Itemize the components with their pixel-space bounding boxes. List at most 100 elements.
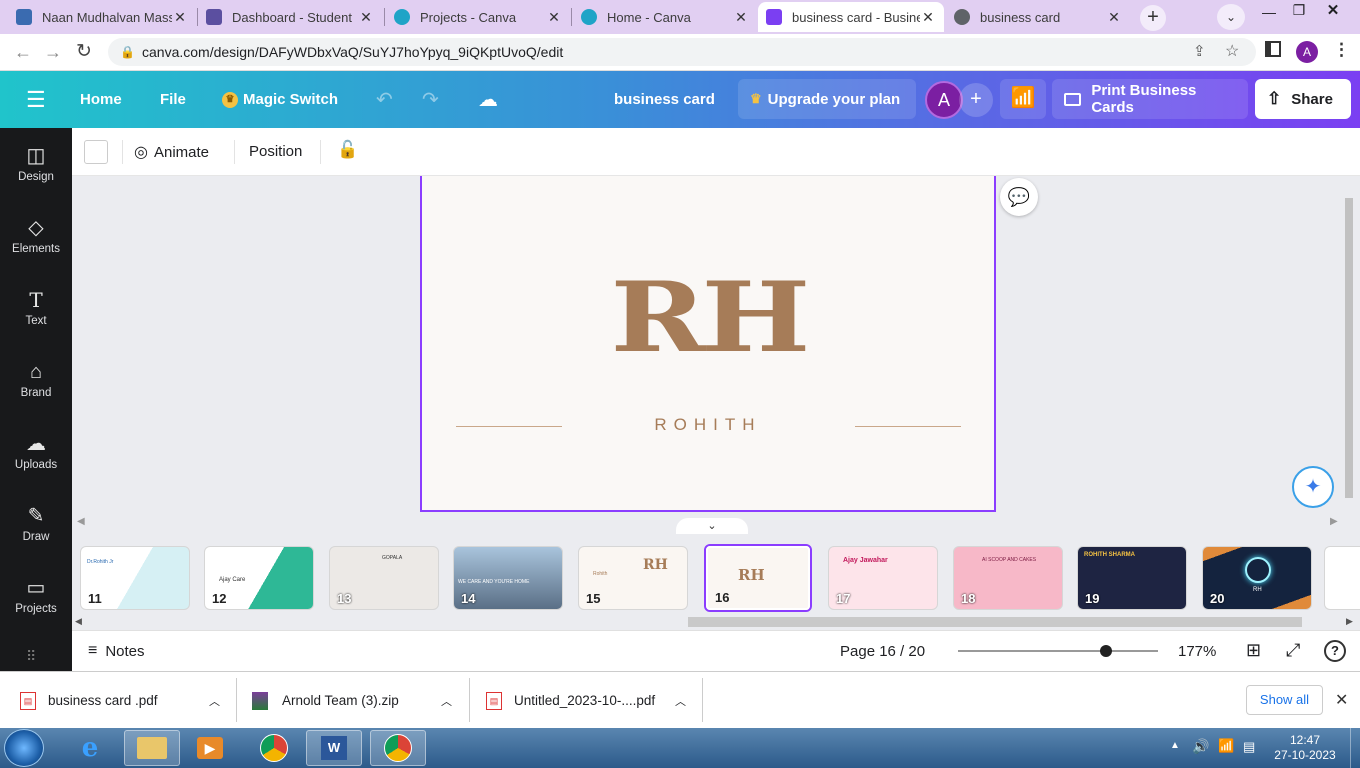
reload-icon[interactable]: ↻ bbox=[76, 40, 92, 63]
side-panel-icon[interactable] bbox=[1265, 41, 1281, 57]
collapse-pages-chevron-icon[interactable]: ⌄ bbox=[676, 518, 748, 534]
chrome-icon[interactable] bbox=[246, 730, 302, 766]
browser-tab-active[interactable]: business card - Busines ✕ bbox=[758, 2, 944, 32]
start-button[interactable] bbox=[4, 729, 44, 767]
analytics-icon[interactable]: 📶 bbox=[1000, 79, 1046, 119]
sidebar-item-elements[interactable]: ◇ Elements bbox=[0, 206, 72, 266]
back-arrow-icon[interactable]: ← bbox=[14, 42, 32, 63]
page-thumbnail[interactable]: ROHITH SHARMA 19 bbox=[1077, 546, 1187, 610]
network-icon[interactable]: 📶 bbox=[1218, 738, 1234, 754]
add-collaborator-button[interactable]: + bbox=[959, 83, 993, 117]
browser-tab[interactable]: Dashboard - Student ✕ bbox=[198, 2, 382, 32]
sidebar-item-brand[interactable]: ⌂ Brand bbox=[0, 350, 72, 410]
show-all-downloads-button[interactable]: Show all bbox=[1246, 685, 1323, 715]
volume-icon[interactable]: 🔊 bbox=[1192, 738, 1209, 755]
show-desktop-button[interactable] bbox=[1350, 728, 1360, 768]
close-tab-icon[interactable]: ✕ bbox=[358, 9, 374, 26]
magic-assistant-icon[interactable]: ✦ bbox=[1292, 466, 1334, 508]
chrome-profile-icon[interactable] bbox=[370, 730, 426, 766]
redo-icon[interactable]: ↷ bbox=[422, 71, 439, 128]
url-bar[interactable]: 🔒 canva.com/design/DAFyWDbxVaQ/SuYJ7hoYp… bbox=[108, 38, 1256, 66]
page-thumbnail[interactable]: GOPALA 13 bbox=[329, 546, 439, 610]
share-page-icon[interactable]: ⇪ bbox=[1193, 38, 1206, 66]
undo-icon[interactable]: ↶ bbox=[376, 71, 393, 128]
browser-tab[interactable]: Naan Mudhalvan Mass ✕ bbox=[8, 2, 196, 32]
page-indicator[interactable]: Page 16 / 20 bbox=[840, 643, 925, 660]
add-comment-icon[interactable]: 💬 bbox=[1000, 178, 1038, 216]
browser-tab[interactable]: business card ✕ bbox=[946, 2, 1130, 32]
tab-search-chevron-icon[interactable]: ⌄ bbox=[1217, 4, 1245, 30]
chevron-up-icon[interactable]: ︿ bbox=[441, 693, 452, 709]
help-icon[interactable]: ? bbox=[1324, 640, 1346, 662]
page-thumbnail[interactable]: Dr.Rohith Jr 11 bbox=[80, 546, 190, 610]
page-thumbnail[interactable]: RH 20 bbox=[1202, 546, 1312, 610]
sidebar-item-design[interactable]: ◫ Design bbox=[0, 134, 72, 194]
notes-button[interactable]: ≡ Notes bbox=[88, 641, 145, 661]
close-tab-icon[interactable]: ✕ bbox=[920, 9, 936, 26]
apps-grid-icon[interactable]: ⠿ bbox=[26, 648, 37, 665]
magic-switch-button[interactable]: ♛ Magic Switch bbox=[222, 71, 338, 128]
show-hidden-icons-icon[interactable]: ▲ bbox=[1170, 740, 1180, 751]
internet-explorer-icon[interactable]: e bbox=[62, 730, 118, 766]
close-tab-icon[interactable]: ✕ bbox=[546, 9, 562, 26]
bookmark-star-icon[interactable]: ☆ bbox=[1225, 38, 1239, 66]
sidebar-item-projects[interactable]: ▭ Projects bbox=[0, 566, 72, 626]
position-button[interactable]: Position bbox=[249, 143, 302, 160]
add-page-thumbnail[interactable] bbox=[1324, 546, 1360, 610]
zoom-slider[interactable] bbox=[958, 645, 1158, 657]
zoom-slider-handle[interactable] bbox=[1100, 645, 1112, 657]
share-button[interactable]: ⇧ Share bbox=[1255, 79, 1351, 119]
page-thumbnail[interactable]: Ajay Care 12 bbox=[204, 546, 314, 610]
page-thumbnail[interactable]: WE CARE AND YOU'RE HOME 14 bbox=[453, 546, 563, 610]
sidebar-item-text[interactable]: T Text bbox=[0, 278, 72, 338]
thumbnail-horizontal-scrollbar[interactable]: ◀ ▶ bbox=[72, 616, 1360, 628]
zoom-level[interactable]: 177% bbox=[1178, 643, 1216, 660]
new-tab-button[interactable]: + bbox=[1140, 5, 1166, 31]
restore-window-icon[interactable]: ❐ bbox=[1288, 2, 1310, 22]
user-avatar[interactable]: A bbox=[925, 81, 963, 119]
upgrade-plan-button[interactable]: ♛ Upgrade your plan bbox=[738, 79, 916, 119]
chevron-up-icon[interactable]: ︿ bbox=[675, 693, 686, 709]
print-business-cards-button[interactable]: Print Business Cards bbox=[1052, 79, 1248, 119]
close-downloads-icon[interactable]: ✕ bbox=[1335, 690, 1348, 710]
fullscreen-icon[interactable]: ⤢ bbox=[1286, 640, 1300, 661]
card-name-text[interactable]: ROHITH bbox=[422, 415, 994, 435]
decorative-line-right[interactable] bbox=[855, 426, 961, 427]
color-swatch-button[interactable] bbox=[84, 140, 108, 164]
browser-tab[interactable]: Projects - Canva ✕ bbox=[386, 2, 570, 32]
lock-icon[interactable]: 🔓 bbox=[337, 140, 358, 160]
document-title[interactable]: business card bbox=[614, 71, 715, 128]
page-thumbnail[interactable]: AI SCOOP AND CAKES 18 bbox=[953, 546, 1063, 610]
home-button[interactable]: Home bbox=[80, 71, 122, 128]
page-thumbnail[interactable]: Rohith RH 15 bbox=[578, 546, 688, 610]
download-item[interactable]: Arnold Team (3).zip ︿ bbox=[252, 672, 462, 729]
animate-button[interactable]: ◎ Animate bbox=[134, 141, 209, 163]
cloud-save-icon[interactable]: ☁ bbox=[478, 71, 498, 128]
monogram-logo[interactable]: RH bbox=[365, 268, 1051, 368]
grid-view-icon[interactable]: ⊞ bbox=[1246, 640, 1261, 661]
file-menu-button[interactable]: File bbox=[160, 71, 186, 128]
hamburger-menu-icon[interactable]: ☰ bbox=[26, 71, 46, 128]
file-explorer-icon[interactable] bbox=[124, 730, 180, 766]
browser-menu-icon[interactable]: ⋮ bbox=[1333, 40, 1350, 60]
download-item[interactable]: ▤ Untitled_2023-10-....pdf ︿ bbox=[486, 672, 696, 729]
close-tab-icon[interactable]: ✕ bbox=[733, 9, 749, 26]
download-item[interactable]: ▤ business card .pdf ︿ bbox=[20, 672, 230, 729]
word-icon[interactable]: W bbox=[306, 730, 362, 766]
sidebar-item-uploads[interactable]: ☁ Uploads bbox=[0, 422, 72, 482]
system-clock[interactable]: 12:47 27-10-2023 bbox=[1268, 733, 1342, 763]
page-thumbnail-selected[interactable]: RH 16 bbox=[704, 544, 812, 612]
sidebar-item-draw[interactable]: ✎ Draw bbox=[0, 494, 72, 554]
browser-tab[interactable]: Home - Canva ✕ bbox=[573, 2, 757, 32]
media-player-icon[interactable]: ▶ bbox=[182, 730, 238, 766]
vertical-scrollbar[interactable] bbox=[1344, 182, 1354, 502]
close-window-icon[interactable]: ✕ bbox=[1322, 1, 1344, 21]
business-card-page[interactable]: RH ROHITH bbox=[420, 176, 996, 512]
page-thumbnail[interactable]: Ajay Jawahar 17 bbox=[828, 546, 938, 610]
close-tab-icon[interactable]: ✕ bbox=[172, 9, 188, 26]
forward-arrow-icon[interactable]: → bbox=[44, 42, 62, 63]
minimize-window-icon[interactable]: — bbox=[1258, 4, 1280, 24]
close-tab-icon[interactable]: ✕ bbox=[1106, 9, 1122, 26]
action-center-icon[interactable]: ▤ bbox=[1243, 739, 1255, 755]
profile-avatar[interactable]: A bbox=[1296, 41, 1318, 63]
